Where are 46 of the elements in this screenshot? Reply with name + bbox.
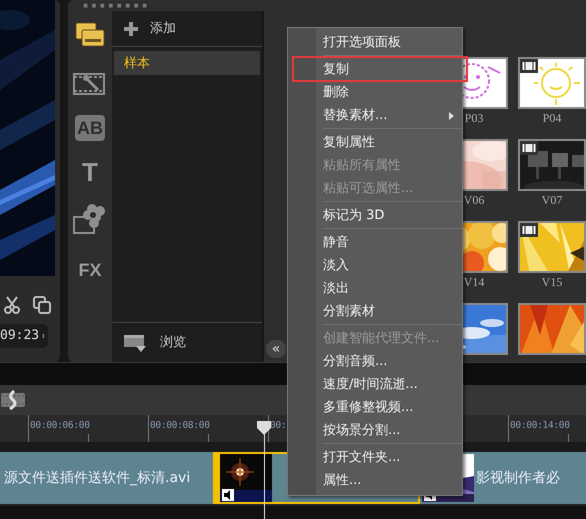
thumbnail-label: V15	[542, 275, 562, 290]
ruler-label: 00:00:14:00	[510, 420, 570, 431]
collapse-button[interactable]: «	[266, 340, 286, 358]
thumbnail-label: P04	[542, 111, 562, 126]
add-icon[interactable]	[124, 22, 138, 36]
ruler-label: 00:00:08:00	[150, 420, 210, 431]
category-item[interactable]: 样本	[114, 51, 260, 76]
menu-item[interactable]: 标记为 3D	[288, 204, 462, 227]
menu-item: 创建智能代理文件...	[322, 330, 440, 348]
menu-item[interactable]: 多重修整视频...	[288, 396, 462, 419]
ruler-label: 00:	[270, 420, 286, 431]
browse-label[interactable]: 浏览	[160, 332, 186, 352]
thumbnail[interactable]	[518, 303, 586, 356]
thumbnail-label: V06	[464, 193, 484, 208]
menu-item[interactable]: 删除	[288, 81, 462, 104]
menu-item[interactable]: 复制	[288, 58, 462, 81]
transition-icon[interactable]	[0, 390, 26, 410]
timeline-clip[interactable]: 源文件送插件送软件_标清.avi	[0, 452, 213, 504]
filter-tab[interactable]: FX	[72, 252, 108, 288]
copy-icon[interactable]	[33, 296, 51, 314]
thumbnail-label: P03	[464, 111, 484, 126]
thumbnail[interactable]	[518, 57, 586, 110]
menu-item[interactable]: 速度/时间流逝...	[288, 373, 462, 396]
timecode-field[interactable]: 09:23	[0, 324, 48, 348]
thumbnail[interactable]	[518, 139, 586, 192]
menu-item[interactable]: 替换素材...	[288, 104, 462, 127]
menu-item[interactable]: 分割音频...	[288, 350, 462, 373]
menu-item[interactable]: 静音	[288, 231, 462, 254]
add-label[interactable]: 添加	[150, 19, 176, 38]
menu-item[interactable]: 淡出	[288, 277, 462, 300]
menu-item[interactable]: 打开选项面板	[288, 31, 462, 54]
playhead-marker[interactable]	[257, 421, 271, 435]
ruler-label: 00:00:06:00	[30, 420, 90, 431]
thumbnail-label: V07	[542, 193, 562, 208]
menu-item[interactable]: 按场景分割...	[288, 419, 462, 442]
menu-item[interactable]: 淡入	[288, 254, 462, 277]
scissors-icon[interactable]	[3, 296, 21, 314]
thumbnail[interactable]	[518, 221, 586, 274]
menu-item[interactable]: 分割素材	[288, 300, 462, 323]
browse-icon[interactable]	[124, 332, 148, 352]
title-tab[interactable]: T	[72, 154, 108, 190]
menu-item[interactable]: 复制属性	[288, 131, 462, 154]
thumbnail-label: V14	[464, 275, 484, 290]
speaker-icon	[222, 489, 234, 501]
menu-item: 粘贴所有属性	[322, 157, 402, 175]
menu-item: 粘贴可选属性...	[322, 180, 414, 198]
